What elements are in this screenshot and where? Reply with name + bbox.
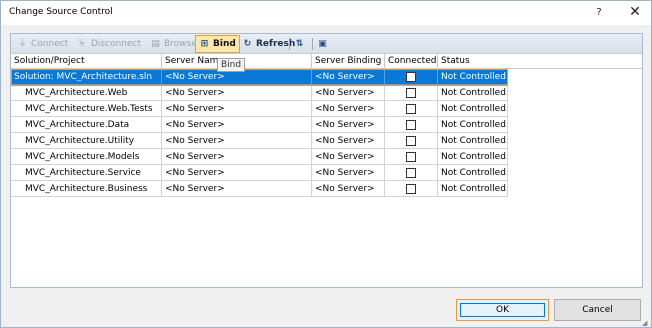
project-cell: Solution: MVC_Architecture.sln	[11, 69, 162, 85]
project-cell: MVC_Architecture.Models	[11, 149, 162, 165]
server-binding-cell: <No Server>	[312, 165, 385, 181]
dialog-title: Change Source Control	[9, 7, 113, 17]
connect-button[interactable]: ⏚ Connect	[17, 36, 68, 52]
connected-checkbox[interactable]	[406, 104, 416, 114]
connect-icon: ⏚	[17, 39, 27, 49]
status-cell: Not Controlled	[438, 69, 508, 85]
table-row[interactable]: MVC_Architecture.Data <No Server> <No Se…	[11, 117, 508, 133]
status-cell: Not Controlled	[438, 149, 508, 165]
ok-button[interactable]: OK	[456, 299, 549, 321]
disconnect-button[interactable]: ⏧ Disconnect	[77, 36, 141, 52]
cancel-button[interactable]: Cancel	[554, 299, 641, 321]
table-row[interactable]: MVC_Architecture.Web <No Server> <No Ser…	[11, 85, 508, 101]
status-cell: Not Controlled	[438, 85, 508, 101]
connected-checkbox[interactable]	[406, 88, 416, 98]
server-name-cell: <No Server>	[162, 181, 312, 197]
refresh-icon: ↻	[243, 39, 252, 49]
connected-checkbox[interactable]	[406, 72, 416, 82]
status-cell: Not Controlled	[438, 117, 508, 133]
bind-icon: ⊞	[200, 39, 209, 49]
column-header-status[interactable]: Status	[438, 54, 642, 69]
connect-label: Connect	[31, 39, 69, 49]
server-binding-cell: <No Server>	[312, 117, 385, 133]
bind-label: Bind	[213, 39, 236, 49]
help-button[interactable]: ?	[587, 4, 611, 22]
table-row[interactable]: MVC_Architecture.Service <No Server> <No…	[11, 165, 508, 181]
resize-grip-icon[interactable]: ◢	[642, 319, 647, 327]
properties-icon: ▣	[318, 39, 327, 49]
server-name-cell: <No Server>	[162, 165, 312, 181]
toolbar-separator	[289, 38, 290, 50]
status-cell: Not Controlled	[438, 165, 508, 181]
column-header-solution-project[interactable]: Solution/Project	[11, 54, 162, 69]
project-cell: MVC_Architecture.Utility	[11, 133, 162, 149]
bind-tooltip: Bind	[217, 58, 246, 72]
project-cell: MVC_Architecture.Service	[11, 165, 162, 181]
server-binding-cell: <No Server>	[312, 149, 385, 165]
status-cell: Not Controlled	[438, 101, 508, 117]
bind-button[interactable]: ⊞ Bind	[195, 35, 240, 53]
connected-checkbox[interactable]	[406, 136, 416, 146]
column-header-connected[interactable]: Connected	[385, 54, 438, 69]
connected-checkbox[interactable]	[406, 184, 416, 194]
table-row[interactable]: Solution: MVC_Architecture.sln <No Serve…	[11, 69, 508, 85]
project-cell: MVC_Architecture.Data	[11, 117, 162, 133]
connected-checkbox[interactable]	[406, 120, 416, 130]
project-cell: MVC_Architecture.Business	[11, 181, 162, 197]
toolbar: ⏚ Connect ⏧ Disconnect ▤ Browse... ⊞ Bind ↻ R…	[11, 34, 642, 54]
server-name-cell: <No Server>	[162, 101, 312, 117]
table-row[interactable]: MVC_Architecture.Utility <No Server> <No…	[11, 133, 508, 149]
server-binding-cell: <No Server>	[312, 69, 385, 85]
change-source-control-dialog: Change Source Control ? ✕ ⏚ Connect ⏧ Disc…	[0, 0, 652, 328]
status-cell: Not Controlled	[438, 181, 508, 197]
table-row[interactable]: MVC_Architecture.Models <No Server> <No …	[11, 149, 508, 165]
close-button[interactable]: ✕	[623, 4, 647, 22]
project-cell: MVC_Architecture.Web	[11, 85, 162, 101]
table-row[interactable]: MVC_Architecture.Business <No Server> <N…	[11, 181, 508, 197]
table-row[interactable]: MVC_Architecture.Web.Tests <No Server> <…	[11, 101, 508, 117]
server-name-cell: <No Server>	[162, 149, 312, 165]
server-name-cell: <No Server>	[162, 133, 312, 149]
browse-icon: ▤	[151, 39, 160, 49]
server-binding-cell: <No Server>	[312, 101, 385, 117]
sort-button[interactable]: ⇅	[294, 36, 308, 52]
disconnect-label: Disconnect	[91, 39, 141, 49]
properties-button[interactable]: ▣	[317, 36, 331, 52]
source-control-panel: ⏚ Connect ⏧ Disconnect ▤ Browse... ⊞ Bind ↻ R…	[10, 33, 643, 288]
server-name-cell: <No Server>	[162, 85, 312, 101]
sort-icon: ⇅	[295, 39, 304, 49]
project-cell: MVC_Architecture.Web.Tests	[11, 101, 162, 117]
connected-checkbox[interactable]	[406, 168, 416, 178]
column-header-server-binding[interactable]: Server Binding	[312, 54, 385, 69]
refresh-button[interactable]: ↻ Refresh	[242, 36, 296, 52]
toolbar-separator	[312, 38, 313, 50]
status-cell: Not Controlled	[438, 133, 508, 149]
ok-label: OK	[460, 303, 545, 317]
title-bar: Change Source Control ? ✕	[1, 1, 651, 25]
server-binding-cell: <No Server>	[312, 133, 385, 149]
connected-checkbox[interactable]	[406, 152, 416, 162]
server-binding-cell: <No Server>	[312, 181, 385, 197]
disconnect-icon: ⏧	[78, 39, 87, 49]
server-name-cell: <No Server>	[162, 117, 312, 133]
server-binding-cell: <No Server>	[312, 85, 385, 101]
